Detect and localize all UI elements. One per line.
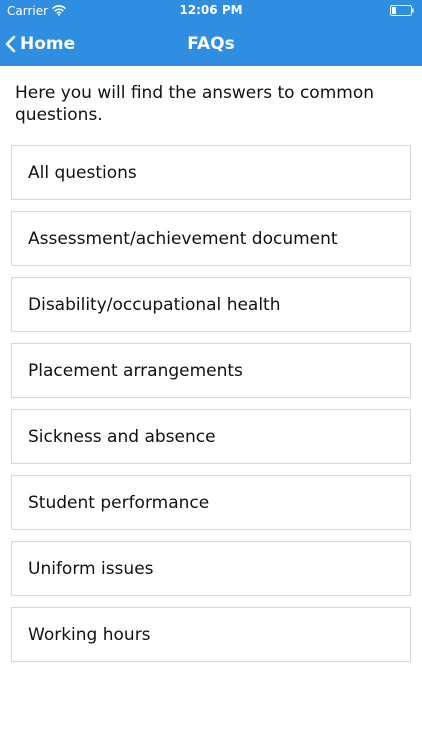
- faq-item-placement-arrangements[interactable]: Placement arrangements: [11, 343, 411, 398]
- faq-item-assessment-achievement-document[interactable]: Assessment/achievement document: [11, 211, 411, 266]
- navigation-bar: Home FAQs: [0, 22, 422, 66]
- status-time: 12:06 PM: [179, 3, 243, 17]
- header: Carrier 12:06 PM Home FAQs: [0, 0, 422, 66]
- battery-icon: [390, 5, 414, 16]
- back-button[interactable]: Home: [4, 22, 75, 66]
- chevron-left-icon: [5, 35, 16, 53]
- faq-item-working-hours[interactable]: Working hours: [11, 607, 411, 662]
- faq-item-student-performance[interactable]: Student performance: [11, 475, 411, 530]
- faq-item-uniform-issues[interactable]: Uniform issues: [11, 541, 411, 596]
- faq-category-list: All questions Assessment/achievement doc…: [11, 145, 411, 673]
- status-bar: Carrier 12:06 PM: [0, 0, 422, 22]
- faq-item-disability-occupational-health[interactable]: Disability/occupational health: [11, 277, 411, 332]
- faq-item-all-questions[interactable]: All questions: [11, 145, 411, 200]
- back-button-label: Home: [20, 34, 76, 54]
- faq-item-sickness-and-absence[interactable]: Sickness and absence: [11, 409, 411, 464]
- intro-text: Here you will find the answers to common…: [15, 83, 374, 125]
